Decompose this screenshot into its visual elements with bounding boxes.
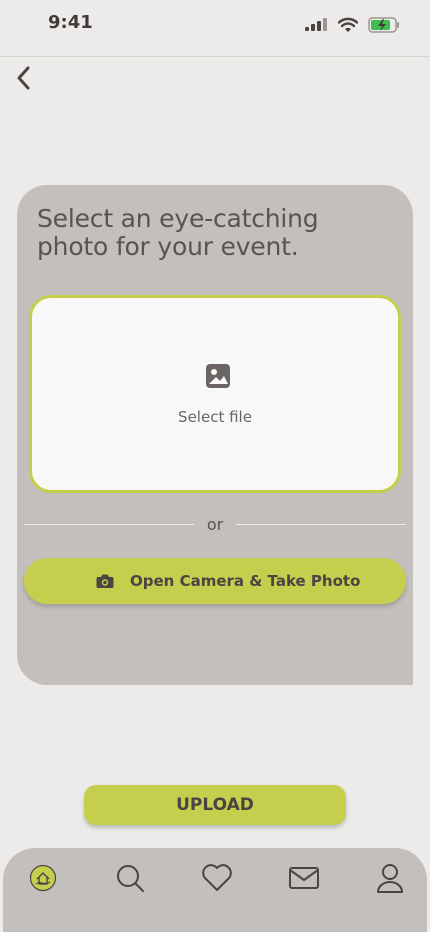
nav-favorites[interactable] xyxy=(200,861,234,895)
photo-select-card: Select an eye-catching photo for your ev… xyxy=(17,185,413,685)
back-button[interactable] xyxy=(10,64,36,92)
status-icons xyxy=(304,17,400,33)
search-icon xyxy=(117,865,144,892)
battery-icon xyxy=(368,17,399,33)
image-icon xyxy=(206,364,230,388)
wifi-icon xyxy=(338,17,358,32)
nav-profile[interactable] xyxy=(373,861,407,895)
upload-button[interactable]: UPLOAD xyxy=(84,785,346,825)
mail-icon xyxy=(289,867,319,889)
signal-icon xyxy=(305,18,327,31)
nav-search[interactable] xyxy=(113,861,147,895)
select-file-dropzone[interactable]: Select file xyxy=(29,295,401,493)
open-camera-label: Open Camera & Take Photo xyxy=(130,572,361,590)
select-file-label: Select file xyxy=(178,408,252,426)
profile-icon xyxy=(377,864,403,893)
divider-line-right xyxy=(236,524,406,525)
page-title: Select an eye-catching photo for your ev… xyxy=(37,204,319,261)
nav-home[interactable] xyxy=(26,861,60,895)
camera-icon xyxy=(96,574,114,588)
open-camera-button[interactable]: Open Camera & Take Photo xyxy=(24,558,406,604)
chevron-left-icon xyxy=(17,66,30,90)
home-icon xyxy=(29,864,57,892)
screen: 9:41 Select an eye-catching photo for yo… xyxy=(0,0,430,932)
nav-messages[interactable] xyxy=(287,861,321,895)
heart-icon xyxy=(202,864,232,891)
bottom-nav xyxy=(3,848,427,932)
status-bar: 9:41 xyxy=(0,0,430,57)
status-time: 9:41 xyxy=(48,12,93,33)
or-divider: or xyxy=(24,515,406,535)
